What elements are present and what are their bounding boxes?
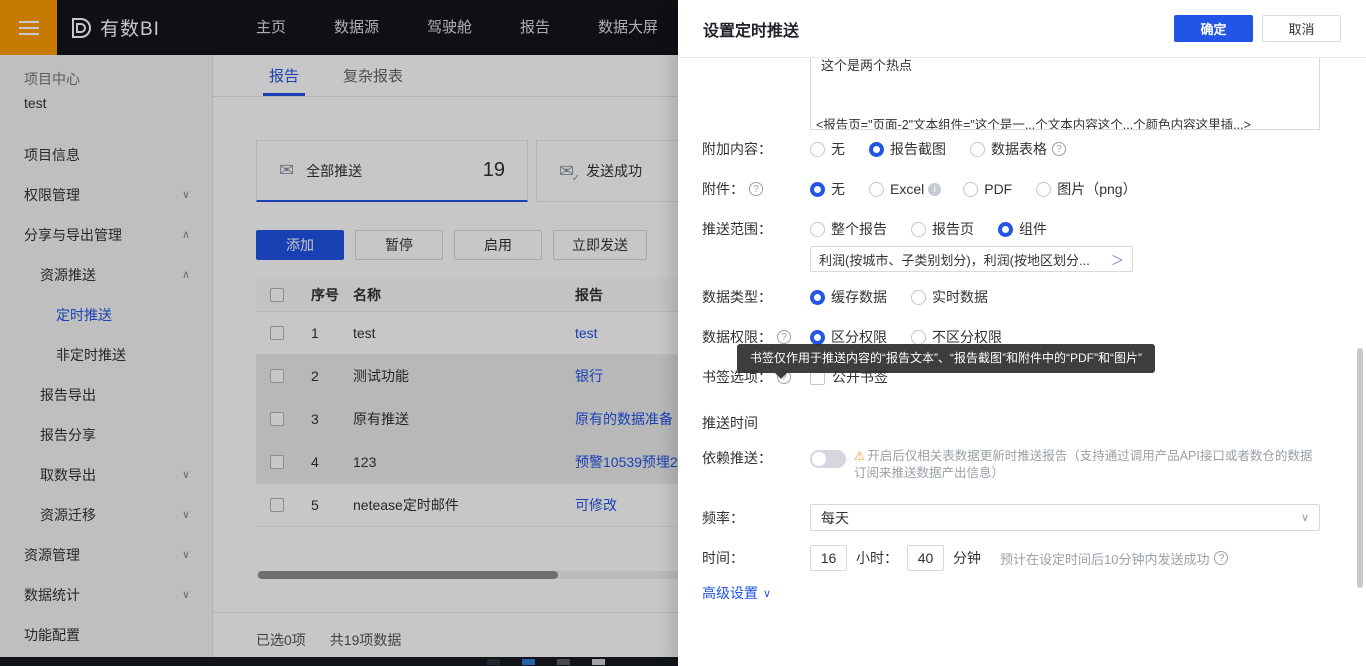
help-icon[interactable]: ?: [749, 182, 763, 196]
editor-text-line: <报告页="页面-2"文本组件="这个是一...个文本内容这个...个颜色内容这…: [816, 114, 1314, 130]
minute-unit-label: 分钟: [953, 548, 981, 568]
radio-dot: [810, 330, 825, 345]
dependency-warning: ⚠开启后仅相关表数据更新时推送报告（支持通过调用产品API接口或者数仓的数据订阅…: [854, 448, 1324, 482]
hour-unit-label: 小时：: [856, 548, 898, 568]
send-time-hint: 预计在设定时间后10分钟内发送成功: [1000, 549, 1209, 568]
radio-dot: [911, 290, 926, 305]
cancel-button[interactable]: 取消: [1262, 15, 1341, 42]
chevron-down-icon: ∨: [1301, 511, 1309, 524]
editor-text-line: 这个是两个热点: [821, 58, 912, 74]
radio-realtime-data[interactable]: 实时数据: [911, 287, 988, 307]
frequency-select[interactable]: 每天 ∨: [810, 504, 1320, 531]
bookmark-tooltip: 书签仅作用于推送内容的“报告文本”、“报告截图”和附件中的“PDF”和“图片”: [737, 344, 1155, 373]
radio-dot: [963, 182, 978, 197]
help-icon[interactable]: ?: [1214, 551, 1228, 565]
chevron-down-icon: ∨: [763, 587, 771, 600]
info-icon[interactable]: i: [928, 183, 941, 196]
radio-dot: [1036, 182, 1051, 197]
time-row: 时间： 小时： 分钟 预计在设定时间后10分钟内发送成功 ?: [702, 545, 1342, 571]
radio-dot: [810, 222, 825, 237]
radio-dot: [911, 330, 926, 345]
warning-icon: ⚠: [854, 449, 865, 463]
attachment-row: 附件：? 无 Excel i PDF 图片（png）: [702, 178, 1342, 200]
radio-data-table[interactable]: 数据表格: [970, 139, 1047, 159]
radio-pdf[interactable]: PDF: [963, 181, 1012, 197]
radio-report-screenshot[interactable]: 报告截图: [869, 139, 946, 159]
app-screen: 有数BI 主页 数据源 驾驶舱 报告 数据大屏 数据门户 项目中心 test 项…: [0, 0, 1366, 666]
minute-input[interactable]: [907, 545, 944, 571]
radio-cached-data[interactable]: 缓存数据: [810, 287, 887, 307]
dependency-toggle[interactable]: [810, 450, 846, 468]
data-type-label: 数据类型：: [702, 287, 810, 307]
drawer-title: 设置定时推送: [703, 17, 799, 41]
schedule-push-drawer: 设置定时推送 确定 取消 这个是两个热点 <报告页="页面-2"文本组件="这个…: [678, 0, 1366, 666]
frequency-row: 频率： 每天 ∨: [702, 504, 1342, 531]
modal-overlay[interactable]: [0, 0, 678, 666]
attach-content-row: 附加内容： 无 报告截图 数据表格 ?: [702, 138, 1342, 160]
attach-content-label: 附加内容：: [702, 139, 810, 159]
data-type-row: 数据类型： 缓存数据 实时数据: [702, 286, 1342, 308]
dependency-label: 依赖推送：: [702, 448, 810, 468]
frequency-label: 频率：: [702, 508, 810, 528]
radio-excel[interactable]: Excel: [869, 181, 924, 197]
help-icon[interactable]: ?: [1052, 142, 1066, 156]
radio-dot: [869, 182, 884, 197]
vertical-scrollbar-thumb[interactable]: [1357, 348, 1363, 588]
attachment-label: 附件：?: [702, 179, 810, 199]
push-text-editor[interactable]: 这个是两个热点 <报告页="页面-2"文本组件="这个是一...个文本内容这个.…: [810, 58, 1320, 130]
drawer-header: 设置定时推送 确定 取消: [678, 0, 1366, 58]
hour-input[interactable]: [810, 545, 847, 571]
radio-dot: [810, 182, 825, 197]
radio-dot: [810, 290, 825, 305]
radio-dot: [810, 142, 825, 157]
radio-report-page[interactable]: 报告页: [911, 219, 974, 239]
time-label: 时间：: [702, 548, 810, 568]
advanced-settings-link[interactable]: 高级设置 ∨: [702, 583, 771, 603]
component-selector[interactable]: 利润(按城市、子类别划分)，利润(按地区划分... ＞: [810, 246, 1133, 272]
push-time-section-title: 推送时间: [702, 412, 1342, 434]
radio-component[interactable]: 组件: [998, 219, 1047, 239]
radio-attachment-none[interactable]: 无: [810, 179, 845, 199]
radio-whole-report[interactable]: 整个报告: [810, 219, 887, 239]
help-icon[interactable]: ?: [777, 330, 791, 344]
radio-dot: [869, 142, 884, 157]
dependency-push-row: 依赖推送： ⚠开启后仅相关表数据更新时推送报告（支持通过调用产品API接口或者数…: [702, 448, 1342, 482]
push-scope-row: 推送范围： 整个报告 报告页 组件: [702, 218, 1342, 240]
radio-image-png[interactable]: 图片（png）: [1036, 179, 1136, 199]
confirm-button[interactable]: 确定: [1174, 15, 1253, 42]
radio-attach-content-none[interactable]: 无: [810, 139, 845, 159]
drawer-body: 这个是两个热点 <报告页="页面-2"文本组件="这个是一...个文本内容这个.…: [678, 58, 1366, 666]
drawer-actions: 确定 取消: [1174, 15, 1341, 42]
radio-dot: [911, 222, 926, 237]
push-scope-label: 推送范围：: [702, 219, 810, 239]
chevron-right-icon: ＞: [1111, 250, 1124, 269]
radio-dot: [970, 142, 985, 157]
component-selection-value: 利润(按城市、子类别划分)，利润(按地区划分...: [819, 250, 1105, 269]
radio-dot: [998, 222, 1013, 237]
frequency-value: 每天: [821, 508, 849, 528]
